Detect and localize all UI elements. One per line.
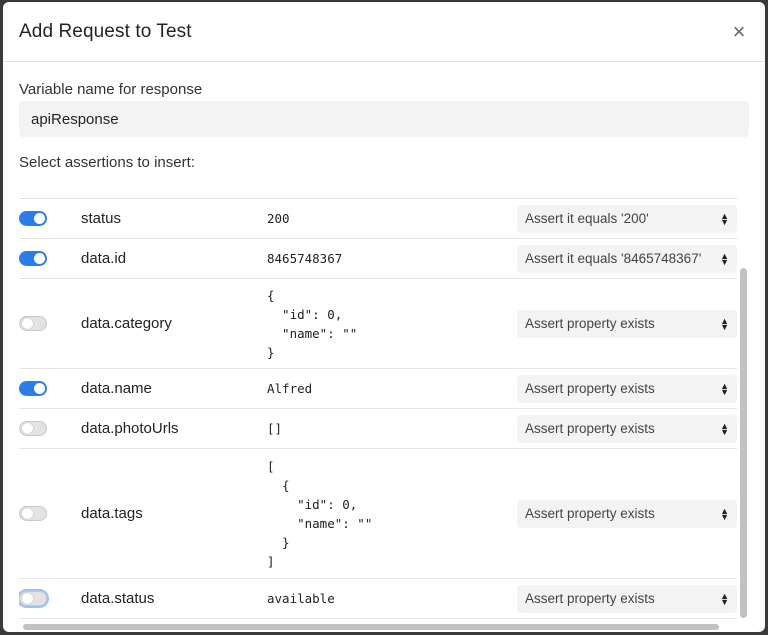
select-arrows-icon: ▲ ▼ [720,590,729,607]
assertion-row: data.name Alfred Assert property exists ▲ ▼ [19,369,737,409]
assertion-select-value: Assert property exists [525,591,655,606]
assertion-select-value: Assert it equals '200' [525,211,649,226]
property-path: data.category [81,315,172,332]
toggle-knob [22,508,33,519]
assertion-select[interactable]: Assert property exists ▲ ▼ [517,309,737,338]
select-arrows-icon: ▲ ▼ [720,505,729,522]
property-path: status [81,210,122,227]
variable-name-input[interactable] [19,101,749,137]
toggle-knob [34,213,45,224]
close-icon[interactable]: × [729,20,749,43]
assertion-select-value: Assert property exists [525,381,655,396]
assertion-row: data.photoUrls [] Assert property exists ▲ ▼ [19,409,737,449]
assertion-row: data.category { "id": 0, "name": "" } Asse… [19,279,737,369]
vertical-scrollbar[interactable] [738,190,749,622]
select-arrows-icon: ▲ ▼ [720,250,729,267]
assertion-cell: Assert property exists ▲ ▼ [517,499,737,528]
assertion-cell: Assert it equals '200' ▲ ▼ [517,204,737,233]
assertion-toggle-cell [19,381,81,396]
assertion-select[interactable]: Assert property exists ▲ ▼ [517,499,737,528]
assertion-toggle[interactable] [19,251,47,266]
assertion-toggle[interactable] [19,421,47,436]
assertion-toggle-cell [19,251,81,266]
assertion-select-value: Assert property exists [525,506,655,521]
assertion-row: status 200 Assert it equals '200' ▲ ▼ [19,199,737,239]
assertions-rows: status 200 Assert it equals '200' ▲ ▼ data.id… [19,198,737,619]
assertion-toggle-cell [19,316,81,331]
horizontal-scrollbar-thumb[interactable] [23,624,719,630]
assertion-select[interactable]: Assert property exists ▲ ▼ [517,584,737,613]
variable-name-label: Variable name for response [19,81,203,98]
assertion-cell: Assert property exists ▲ ▼ [517,414,737,443]
toggle-knob [22,318,33,329]
property-path: data.tags [81,505,143,522]
toggle-knob [34,383,45,394]
assertion-select[interactable]: Assert it equals '8465748367' ▲ ▼ [517,244,737,273]
assertion-select-value: Assert property exists [525,316,655,331]
property-path: data.status [81,590,155,607]
property-path: data.photoUrls [81,420,179,437]
assertions-table: status 200 Assert it equals '200' ▲ ▼ data.id… [19,190,749,632]
assertion-select[interactable]: Assert property exists ▲ ▼ [517,374,737,403]
assertion-toggle-cell [19,506,81,521]
assertion-cell: Assert it equals '8465748367' ▲ ▼ [517,244,737,273]
assertions-label: Select assertions to insert: [19,154,195,171]
assertion-select[interactable]: Assert property exists ▲ ▼ [517,414,737,443]
toggle-knob [34,253,45,264]
assertion-toggle[interactable] [19,591,47,606]
assertion-toggle[interactable] [19,381,47,396]
select-arrows-icon: ▲ ▼ [720,420,729,437]
toggle-knob [22,593,33,604]
select-arrows-icon: ▲ ▼ [720,315,729,332]
property-path: data.id [81,250,127,267]
property-value: [] [267,421,283,436]
assertion-row: data.status available Assert property exis… [19,579,737,619]
property-value: 8465748367 [267,251,343,266]
property-value: [ { "id": 0, "name": "" } ] [267,458,373,569]
property-value: { "id": 0, "name": "" } [267,287,358,360]
property-value: available [267,591,335,606]
assertion-toggle[interactable] [19,211,47,226]
assertion-toggle-cell [19,421,81,436]
assertion-cell: Assert property exists ▲ ▼ [517,309,737,338]
assertion-toggle-cell [19,591,81,606]
add-request-dialog: Add Request to Test × Variable name for … [3,2,765,632]
dialog-body: Variable name for response Select assert… [3,81,765,171]
assertion-row: data.tags [ { "id": 0, "name": "" } ] Asse… [19,449,737,579]
assertion-toggle[interactable] [19,316,47,331]
assertion-toggle[interactable] [19,506,47,521]
property-value: 200 [267,211,290,226]
dialog-header: Add Request to Test × [3,2,765,62]
assertion-select[interactable]: Assert it equals '200' ▲ ▼ [517,204,737,233]
select-arrows-icon: ▲ ▼ [720,210,729,227]
horizontal-scrollbar[interactable] [19,622,737,632]
vertical-scrollbar-thumb[interactable] [740,268,747,618]
property-path: data.name [81,380,152,397]
assertion-row: data.id 8465748367 Assert it equals '84657… [19,239,737,279]
toggle-knob [22,423,33,434]
assertion-select-value: Assert it equals '8465748367' [525,251,702,266]
assertion-cell: Assert property exists ▲ ▼ [517,584,737,613]
assertion-toggle-cell [19,211,81,226]
property-value: Alfred [267,381,313,396]
assertion-cell: Assert property exists ▲ ▼ [517,374,737,403]
assertion-select-value: Assert property exists [525,421,655,436]
dialog-title: Add Request to Test [19,20,192,42]
select-arrows-icon: ▲ ▼ [720,380,729,397]
